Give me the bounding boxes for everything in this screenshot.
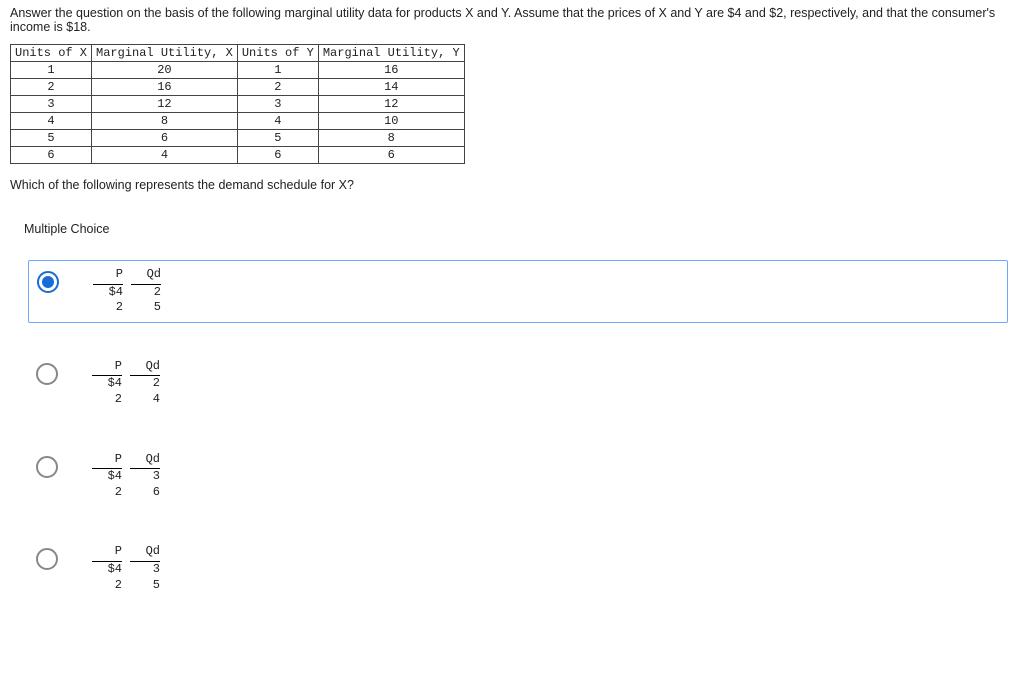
marginal-utility-table: Units of X Marginal Utility, X Units of … (10, 44, 465, 164)
col-header: Marginal Utility, X (92, 45, 238, 62)
table-cell: 6 (318, 147, 464, 164)
table-cell: 1 (237, 62, 318, 79)
col-p: P (92, 544, 122, 562)
table-cell: 12 (92, 96, 238, 113)
col-header: Units of X (11, 45, 92, 62)
table-cell: 8 (92, 113, 238, 130)
multiple-choice-label: Multiple Choice (24, 222, 1014, 236)
table-cell: 5 (11, 130, 92, 147)
cell-qd: 2 (130, 376, 160, 392)
radio-choice-3[interactable] (36, 456, 58, 478)
cell-qd: 5 (131, 300, 161, 316)
table-cell: 4 (92, 147, 238, 164)
table-cell: 12 (318, 96, 464, 113)
table-cell: 20 (92, 62, 238, 79)
demand-schedule: PQd$4225 (93, 267, 169, 316)
cell-p: $4 (92, 376, 122, 392)
radio-choice-1[interactable] (37, 271, 59, 293)
col-p: P (92, 359, 122, 377)
radio-choice-2[interactable] (36, 363, 58, 385)
cell-p: $4 (92, 562, 122, 578)
question-stem: Answer the question on the basis of the … (10, 6, 1014, 34)
col-qd: Qd (130, 452, 160, 470)
table-cell: 8 (318, 130, 464, 147)
choice-3[interactable]: P Qd $4 326 (36, 444, 1014, 509)
table-cell: 16 (92, 79, 238, 96)
table-cell: 1 (11, 62, 92, 79)
radio-choice-4[interactable] (36, 548, 58, 570)
demand-schedule: P Qd $4 326 (92, 452, 168, 501)
table-cell: 4 (237, 113, 318, 130)
table-cell: 2 (237, 79, 318, 96)
col-p: P (92, 452, 122, 470)
col-qd: Qd (130, 544, 160, 562)
col-qd: Qd (131, 267, 161, 285)
cell-p: $4 (93, 285, 123, 301)
cell-qd: 4 (130, 392, 160, 408)
choice-1[interactable]: PQd$4225 (28, 260, 1008, 323)
table-cell: 5 (237, 130, 318, 147)
table-cell: 10 (318, 113, 464, 130)
table-cell: 14 (318, 79, 464, 96)
table-cell: 6 (11, 147, 92, 164)
cell-qd: 6 (130, 485, 160, 501)
demand-schedule: P Qd $4 325 (92, 544, 168, 593)
col-p: P (93, 267, 123, 285)
cell-p: $4 (92, 469, 122, 485)
cell-p: 2 (92, 485, 122, 501)
demand-schedule: PQd$4224 (92, 359, 168, 408)
cell-qd: 3 (130, 562, 160, 578)
table-cell: 3 (237, 96, 318, 113)
table-cell: 6 (92, 130, 238, 147)
cell-p: 2 (92, 578, 122, 594)
choice-2[interactable]: PQd$4224 (36, 351, 1014, 416)
cell-qd: 3 (130, 469, 160, 485)
col-qd: Qd (130, 359, 160, 377)
table-cell: 6 (237, 147, 318, 164)
cell-p: 2 (92, 392, 122, 408)
table-cell: 16 (318, 62, 464, 79)
sub-question: Which of the following represents the de… (10, 178, 1014, 192)
choice-4[interactable]: P Qd $4 325 (36, 536, 1014, 601)
table-cell: 3 (11, 96, 92, 113)
col-header: Marginal Utility, Y (318, 45, 464, 62)
table-cell: 2 (11, 79, 92, 96)
cell-p: 2 (93, 300, 123, 316)
table-cell: 4 (11, 113, 92, 130)
col-header: Units of Y (237, 45, 318, 62)
cell-qd: 5 (130, 578, 160, 594)
cell-qd: 2 (131, 285, 161, 301)
